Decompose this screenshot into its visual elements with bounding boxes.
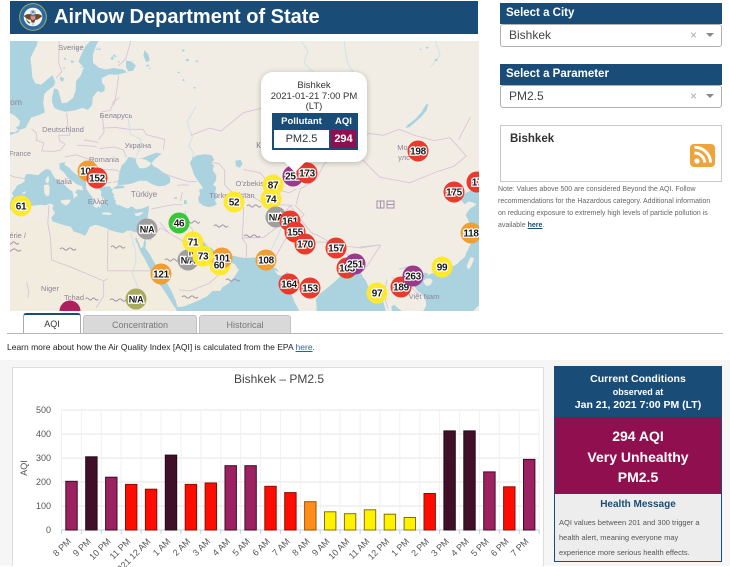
svg-text:4 PM: 4 PM bbox=[449, 536, 471, 558]
svg-text:7 AM: 7 AM bbox=[270, 536, 292, 558]
svg-text:52: 52 bbox=[229, 198, 240, 209]
svg-text:4 AM: 4 AM bbox=[211, 536, 233, 558]
svg-text:97: 97 bbox=[372, 289, 383, 300]
svg-text:10 AM: 10 AM bbox=[326, 536, 351, 561]
svg-text:5 PM: 5 PM bbox=[469, 536, 491, 558]
svg-text:Italia: Italia bbox=[56, 177, 73, 186]
svg-text:73: 73 bbox=[198, 252, 209, 263]
svg-text:7 PM: 7 PM bbox=[509, 536, 531, 558]
svg-text:2 AM: 2 AM bbox=[171, 536, 193, 558]
svg-text:170: 170 bbox=[297, 240, 314, 251]
svg-text:61: 61 bbox=[16, 202, 27, 213]
svg-text:100: 100 bbox=[36, 501, 51, 511]
svg-text:12 PM: 12 PM bbox=[366, 536, 391, 561]
svg-text:Україна: Україна bbox=[125, 141, 152, 150]
svg-text:0: 0 bbox=[46, 525, 51, 535]
svg-text:17: 17 bbox=[472, 178, 479, 189]
svg-text:3 PM: 3 PM bbox=[429, 536, 451, 558]
svg-text:46: 46 bbox=[174, 219, 185, 230]
svg-text:164: 164 bbox=[281, 280, 298, 291]
svg-text:10 PM: 10 PM bbox=[87, 536, 112, 561]
svg-text:121: 121 bbox=[153, 270, 170, 281]
svg-text:60: 60 bbox=[214, 261, 225, 272]
svg-text:99: 99 bbox=[437, 263, 448, 274]
svg-text:1 PM: 1 PM bbox=[389, 536, 411, 558]
svg-text:N/A: N/A bbox=[140, 225, 155, 235]
svg-text:108: 108 bbox=[258, 256, 275, 267]
svg-text:dom: dom bbox=[10, 97, 22, 107]
svg-text:3 AM: 3 AM bbox=[191, 536, 213, 558]
svg-text:Tchad: Tchad bbox=[64, 293, 84, 302]
svg-text:200: 200 bbox=[36, 477, 51, 487]
svg-text:2 PM: 2 PM bbox=[409, 536, 431, 558]
svg-text:251: 251 bbox=[347, 260, 364, 271]
svg-text:Ελλάς: Ελλάς bbox=[88, 197, 109, 206]
svg-text:157: 157 bbox=[328, 244, 345, 255]
svg-text:175: 175 bbox=[446, 188, 463, 199]
svg-text:500: 500 bbox=[36, 405, 51, 415]
svg-text:Niger: Niger bbox=[41, 284, 59, 293]
svg-text:263: 263 bbox=[405, 272, 422, 283]
svg-text:198: 198 bbox=[410, 147, 427, 158]
svg-text:8 PM: 8 PM bbox=[51, 536, 73, 558]
svg-text:8 AM: 8 AM bbox=[290, 536, 312, 558]
svg-text:300: 300 bbox=[36, 453, 51, 463]
svg-text:173: 173 bbox=[299, 169, 316, 180]
svg-text:France: France bbox=[10, 151, 31, 158]
svg-text:érie /: érie / bbox=[10, 231, 27, 240]
svg-text:Việt Nam: Việt Nam bbox=[409, 292, 440, 301]
svg-text:6 AM: 6 AM bbox=[250, 536, 272, 558]
svg-text:74: 74 bbox=[266, 195, 277, 206]
svg-text:AQI: AQI bbox=[19, 460, 29, 476]
svg-text:400: 400 bbox=[36, 429, 51, 439]
svg-text:153: 153 bbox=[302, 284, 319, 295]
svg-text:118: 118 bbox=[463, 229, 479, 240]
svg-text:Bishkek – PM2.5: Bishkek – PM2.5 bbox=[234, 372, 324, 386]
svg-text:N/A: N/A bbox=[129, 295, 144, 305]
svg-text:Беларусь: Беларусь bbox=[100, 111, 133, 120]
svg-text:Türkiye: Türkiye bbox=[131, 190, 158, 199]
svg-text:152: 152 bbox=[89, 174, 106, 185]
svg-text:1 AM: 1 AM bbox=[151, 536, 173, 558]
svg-text:Sverige: Sverige bbox=[58, 43, 83, 52]
svg-text:71: 71 bbox=[188, 238, 199, 249]
svg-text:5 AM: 5 AM bbox=[230, 536, 252, 558]
svg-text:Deutschland: Deutschland bbox=[42, 125, 84, 134]
svg-text:6 PM: 6 PM bbox=[489, 536, 511, 558]
